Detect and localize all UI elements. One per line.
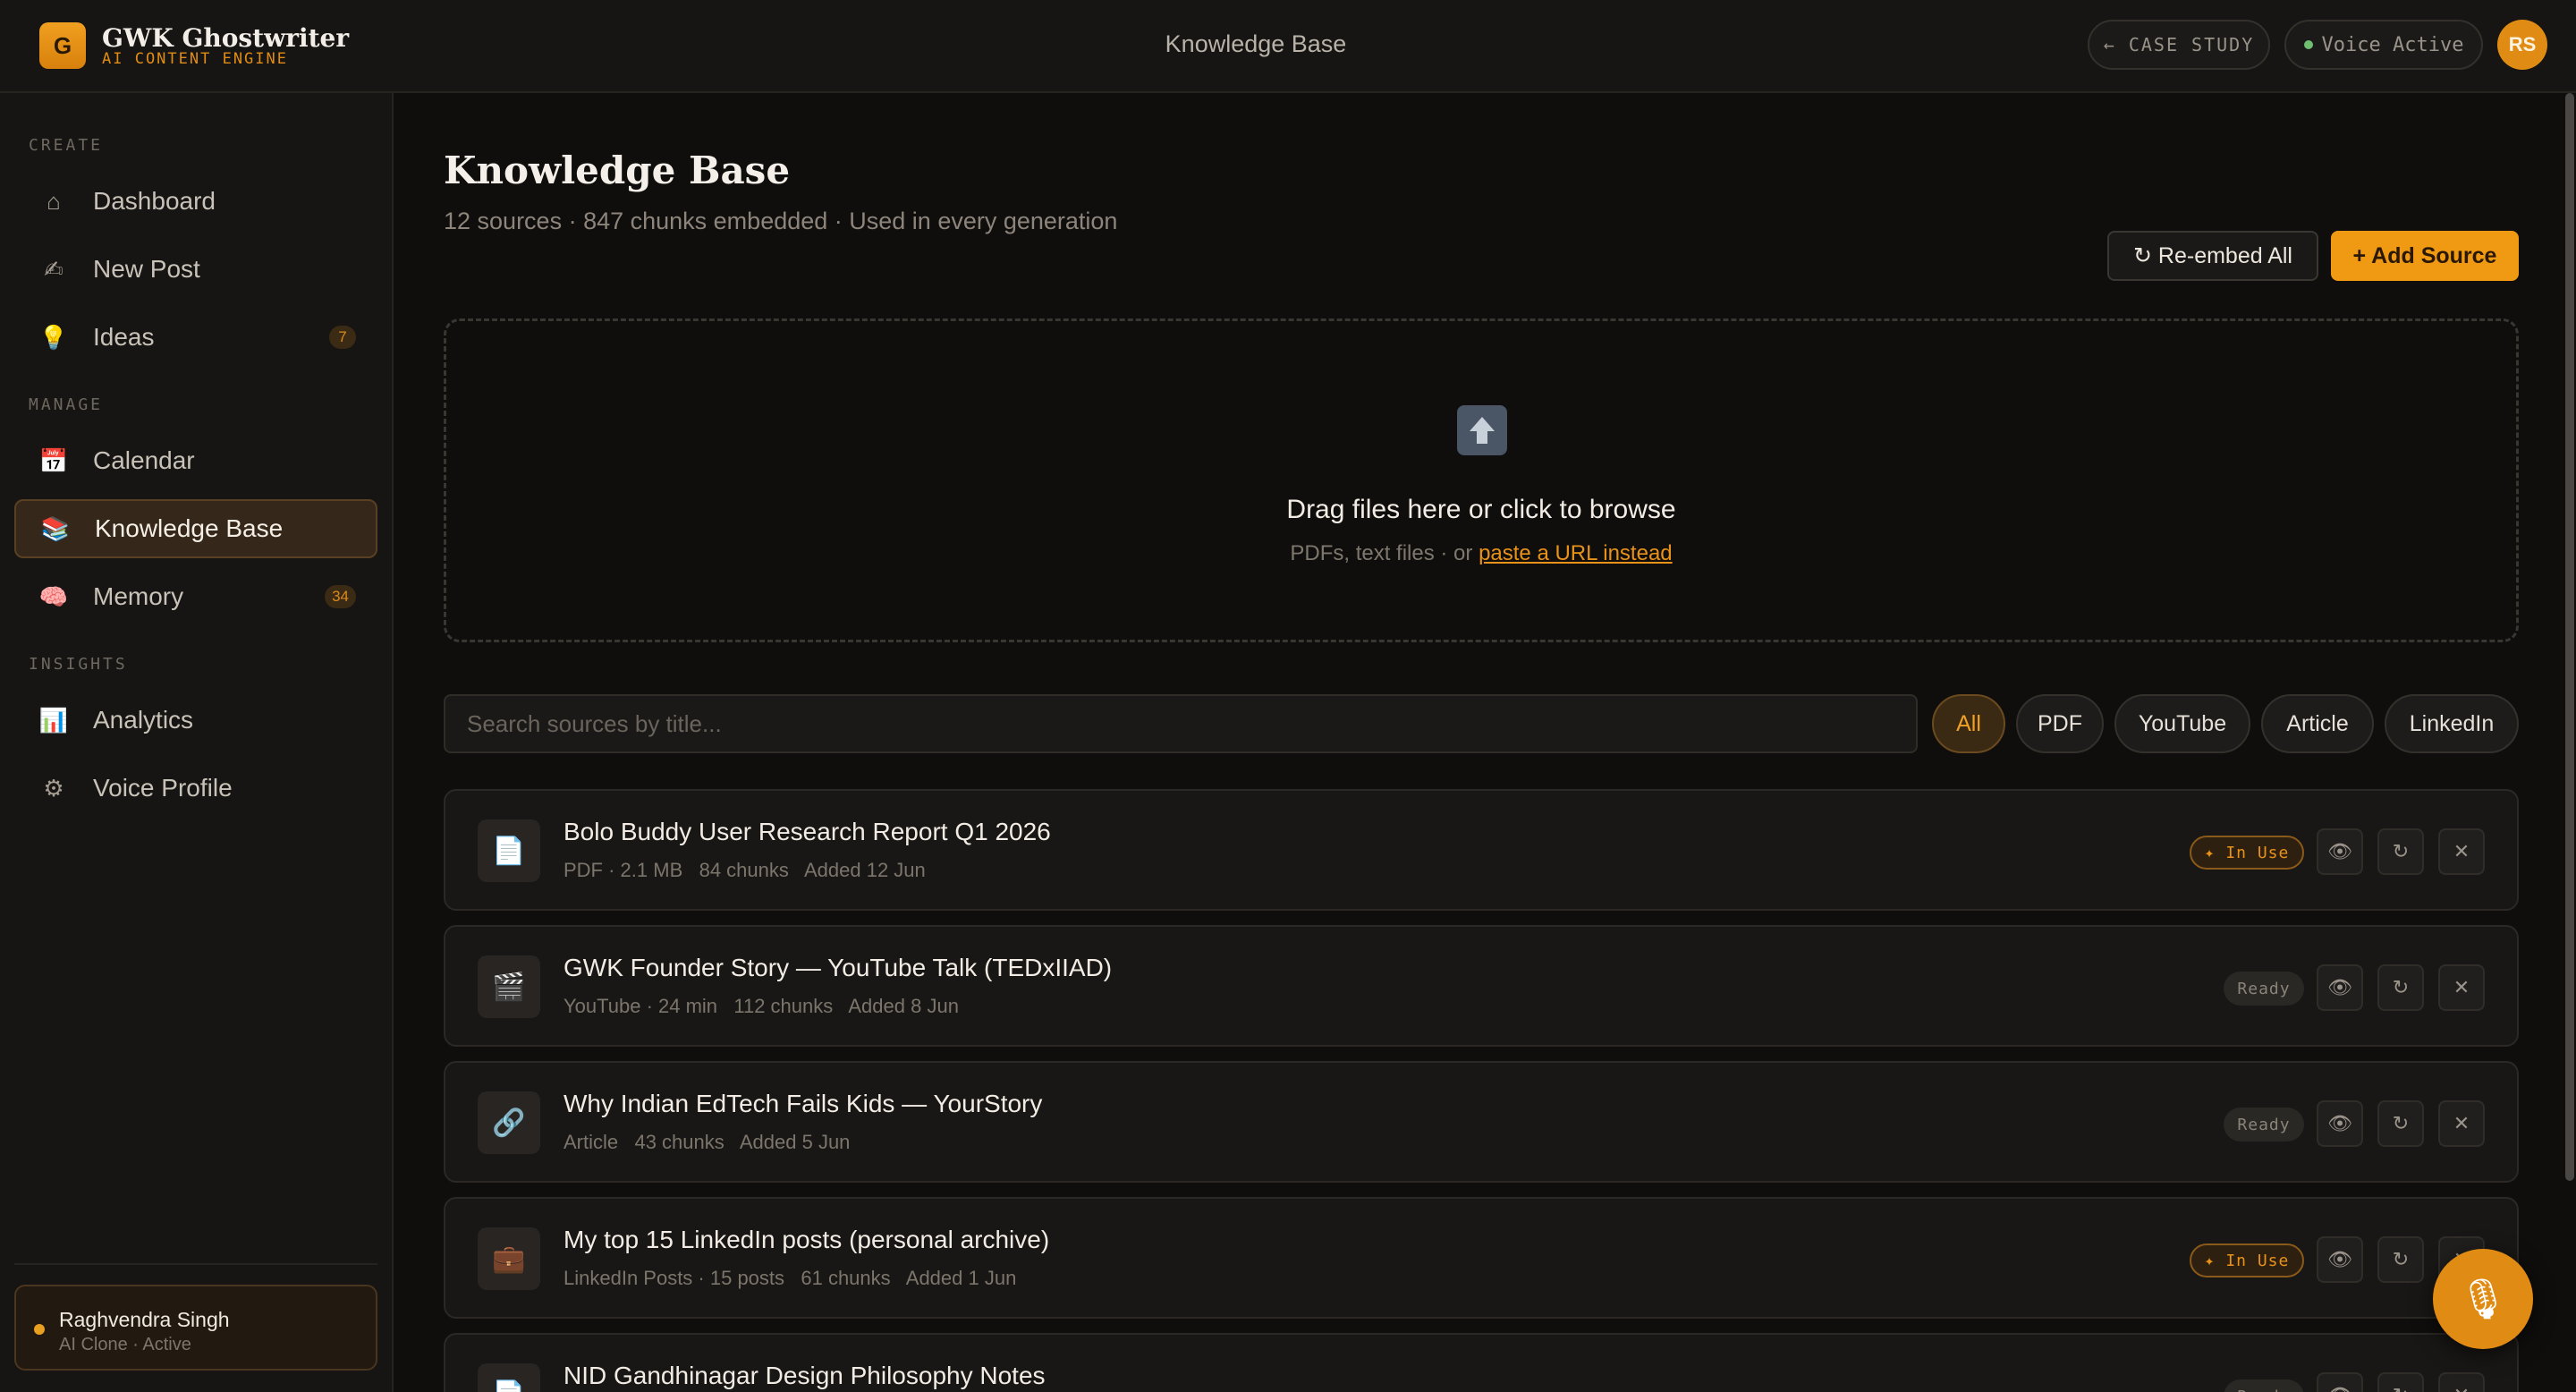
filter-chip-linkedin[interactable]: LinkedIn <box>2385 694 2519 753</box>
sidebar-item-calendar[interactable]: 📅 Calendar <box>14 431 377 490</box>
status-badge: Ready <box>2224 1108 2304 1142</box>
view-eye-icon[interactable]: 👁 <box>2317 964 2363 1011</box>
search-input[interactable] <box>444 694 1918 753</box>
delete-close-icon[interactable]: ✕ <box>2438 828 2485 875</box>
delete-close-icon[interactable]: ✕ <box>2438 1372 2485 1392</box>
user-card[interactable]: Raghvendra Singh AI Clone · Active <box>14 1285 377 1371</box>
source-title: My top 15 LinkedIn posts (personal archi… <box>564 1226 1050 1253</box>
filter-chip-article[interactable]: Article <box>2261 694 2374 753</box>
page-title: Knowledge Base <box>444 149 791 192</box>
file-dropzone[interactable]: Drag files here or click to browse PDFs,… <box>444 318 2519 642</box>
count-badge: 34 <box>325 585 356 608</box>
microphone-icon: 🎙 <box>2458 1277 2508 1321</box>
sidebar-item-label: New Post <box>93 255 200 283</box>
section-label-insights: INSIGHTS <box>29 655 128 674</box>
upload-arrow-icon <box>1457 405 1507 455</box>
document-icon: 📄 <box>478 819 540 882</box>
sidebar-item-memory[interactable]: 🧠 Memory 34 <box>14 567 377 626</box>
refresh-icon[interactable]: ↻ <box>2377 828 2424 875</box>
reembed-all-button[interactable]: ↻ Re-embed All <box>2107 231 2318 281</box>
source-row[interactable]: 💼 My top 15 LinkedIn posts (personal arc… <box>444 1197 2519 1319</box>
writing-hand-icon: ✍ <box>44 255 64 283</box>
sidebar-item-ideas[interactable]: 💡 Ideas 7 <box>14 308 377 367</box>
delete-close-icon[interactable]: ✕ <box>2438 964 2485 1011</box>
sidebar-divider <box>14 1263 377 1265</box>
page-subtitle: 12 sources · 847 chunks embedded · Used … <box>444 208 1118 234</box>
chart-icon: 📊 <box>38 706 69 734</box>
voice-status-label: Voice Active <box>2321 33 2464 56</box>
user-name: Raghvendra Singh <box>59 1308 230 1331</box>
status-badge: ✦ In Use <box>2190 1243 2304 1277</box>
view-eye-icon[interactable]: 👁 <box>2317 1372 2363 1392</box>
voice-status-pill[interactable]: Voice Active <box>2284 20 2483 70</box>
count-badge: 7 <box>329 326 356 349</box>
sidebar-item-label: Ideas <box>93 323 155 351</box>
source-title: NID Gandhinagar Design Philosophy Notes <box>564 1362 1046 1389</box>
view-eye-icon[interactable]: 👁 <box>2317 1236 2363 1283</box>
sidebar: CREATE ⌂ Dashboard ✍ New Post 💡 Ideas 7 … <box>0 93 394 1392</box>
source-meta: PDF · 2.1 MB 84 chunks Added 12 Jun <box>564 859 926 881</box>
source-title: Why Indian EdTech Fails Kids — YourStory <box>564 1090 1043 1117</box>
status-dot-icon <box>34 1324 45 1335</box>
status-badge: Ready <box>2224 972 2304 1006</box>
top-bar: G GWK Ghostwriter AI CONTENT ENGINE Know… <box>0 0 2576 93</box>
sidebar-item-label: Knowledge Base <box>95 514 284 542</box>
link-icon: 🔗 <box>478 1091 540 1154</box>
view-eye-icon[interactable]: 👁 <box>2317 1100 2363 1147</box>
section-label-create: CREATE <box>29 136 104 155</box>
sidebar-item-label: Analytics <box>93 706 194 734</box>
source-meta: YouTube · 24 min 112 chunks Added 8 Jun <box>564 995 959 1017</box>
case-study-button[interactable]: ← CASE STUDY <box>2088 20 2270 70</box>
refresh-icon[interactable]: ↻ <box>2377 1236 2424 1283</box>
gear-icon: ⚙ <box>43 774 64 802</box>
source-title: GWK Founder Story — YouTube Talk (TEDxII… <box>564 954 1113 981</box>
refresh-icon[interactable]: ↻ <box>2377 1372 2424 1392</box>
paste-url-link[interactable]: paste a URL instead <box>1479 541 1673 565</box>
home-icon: ⌂ <box>47 187 61 215</box>
briefcase-icon: 💼 <box>478 1227 540 1290</box>
dropzone-title: Drag files here or click to browse <box>1286 495 1676 524</box>
books-icon: 📚 <box>40 514 71 542</box>
lightbulb-icon: 💡 <box>38 323 69 351</box>
brain-icon: 🧠 <box>38 582 69 610</box>
sidebar-item-label: Voice Profile <box>93 774 233 802</box>
sidebar-item-label: Dashboard <box>93 187 216 215</box>
user-status: AI Clone · Active <box>59 1335 191 1354</box>
section-label-manage: MANAGE <box>29 395 104 414</box>
filter-chip-all[interactable]: All <box>1932 694 2005 753</box>
filter-chip-pdf[interactable]: PDF <box>2016 694 2104 753</box>
clapper-icon: 🎬 <box>478 955 540 1018</box>
sidebar-item-label: Memory <box>93 582 184 610</box>
sidebar-item-voice-profile[interactable]: ⚙ Voice Profile <box>14 759 377 818</box>
status-dot-icon <box>2303 40 2313 49</box>
sidebar-item-new-post[interactable]: ✍ New Post <box>14 240 377 299</box>
source-meta: LinkedIn Posts · 15 posts 61 chunks Adde… <box>564 1267 1017 1289</box>
voice-mic-button[interactable]: 🎙 <box>2433 1249 2533 1349</box>
sidebar-item-analytics[interactable]: 📊 Analytics <box>14 691 377 750</box>
filter-chip-youtube[interactable]: YouTube <box>2114 694 2250 753</box>
source-meta: Article 43 chunks Added 5 Jun <box>564 1131 851 1153</box>
dropzone-hint: PDFs, text files · or paste a URL instea… <box>446 541 2516 566</box>
sidebar-item-dashboard[interactable]: ⌂ Dashboard <box>14 172 377 231</box>
source-row[interactable]: 📄 Bolo Buddy User Research Report Q1 202… <box>444 789 2519 911</box>
document-icon: 📄 <box>478 1363 540 1392</box>
avatar[interactable]: RS <box>2497 20 2547 70</box>
add-source-button[interactable]: + Add Source <box>2331 231 2519 281</box>
source-row[interactable]: 📄 NID Gandhinagar Design Philosophy Note… <box>444 1333 2519 1392</box>
view-eye-icon[interactable]: 👁 <box>2317 828 2363 875</box>
sidebar-item-knowledge-base[interactable]: 📚 Knowledge Base <box>14 499 377 558</box>
delete-close-icon[interactable]: ✕ <box>2438 1100 2485 1147</box>
source-title: Bolo Buddy User Research Report Q1 2026 <box>564 818 1051 845</box>
source-row[interactable]: 🎬 GWK Founder Story — YouTube Talk (TEDx… <box>444 925 2519 1047</box>
status-badge: Ready <box>2224 1379 2304 1392</box>
source-row[interactable]: 🔗 Why Indian EdTech Fails Kids — YourSto… <box>444 1061 2519 1183</box>
status-badge: ✦ In Use <box>2190 836 2304 870</box>
calendar-icon: 📅 <box>38 446 69 474</box>
scrollbar[interactable] <box>2565 93 2574 1181</box>
refresh-icon[interactable]: ↻ <box>2377 964 2424 1011</box>
refresh-icon[interactable]: ↻ <box>2377 1100 2424 1147</box>
sidebar-item-label: Calendar <box>93 446 195 474</box>
dropzone-hint-text: PDFs, text files · or <box>1290 541 1479 565</box>
